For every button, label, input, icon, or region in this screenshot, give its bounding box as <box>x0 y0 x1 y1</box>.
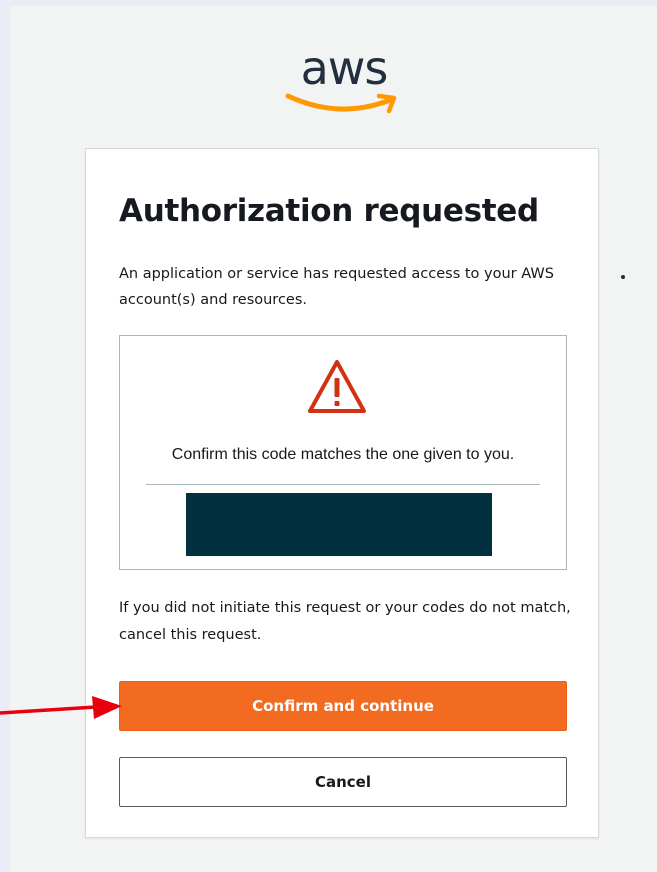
redacted-code <box>186 493 492 556</box>
aws-smile-icon <box>285 93 397 114</box>
confirm-and-continue-button[interactable]: Confirm and continue <box>119 681 567 731</box>
aws-logo: aws <box>282 42 406 120</box>
request-description: An application or service has requested … <box>119 266 554 308</box>
divider <box>146 484 540 485</box>
warning-icon <box>308 360 366 413</box>
red-arrow-icon <box>0 696 122 719</box>
authorization-card: Authorization requested An application o… <box>85 148 599 838</box>
page-title: Authorization requested <box>119 193 539 229</box>
cancel-note: If you did not initiate this request or … <box>119 600 571 643</box>
cancel-button[interactable]: Cancel <box>119 757 567 807</box>
page-background: aws Authorization requested An applicati… <box>10 6 657 872</box>
stray-dot <box>621 275 625 279</box>
aws-logo-text: aws <box>300 41 389 95</box>
code-instruction: Confirm this code matches the one given … <box>171 446 515 463</box>
code-verification-box: Confirm this code matches the one given … <box>119 335 567 570</box>
